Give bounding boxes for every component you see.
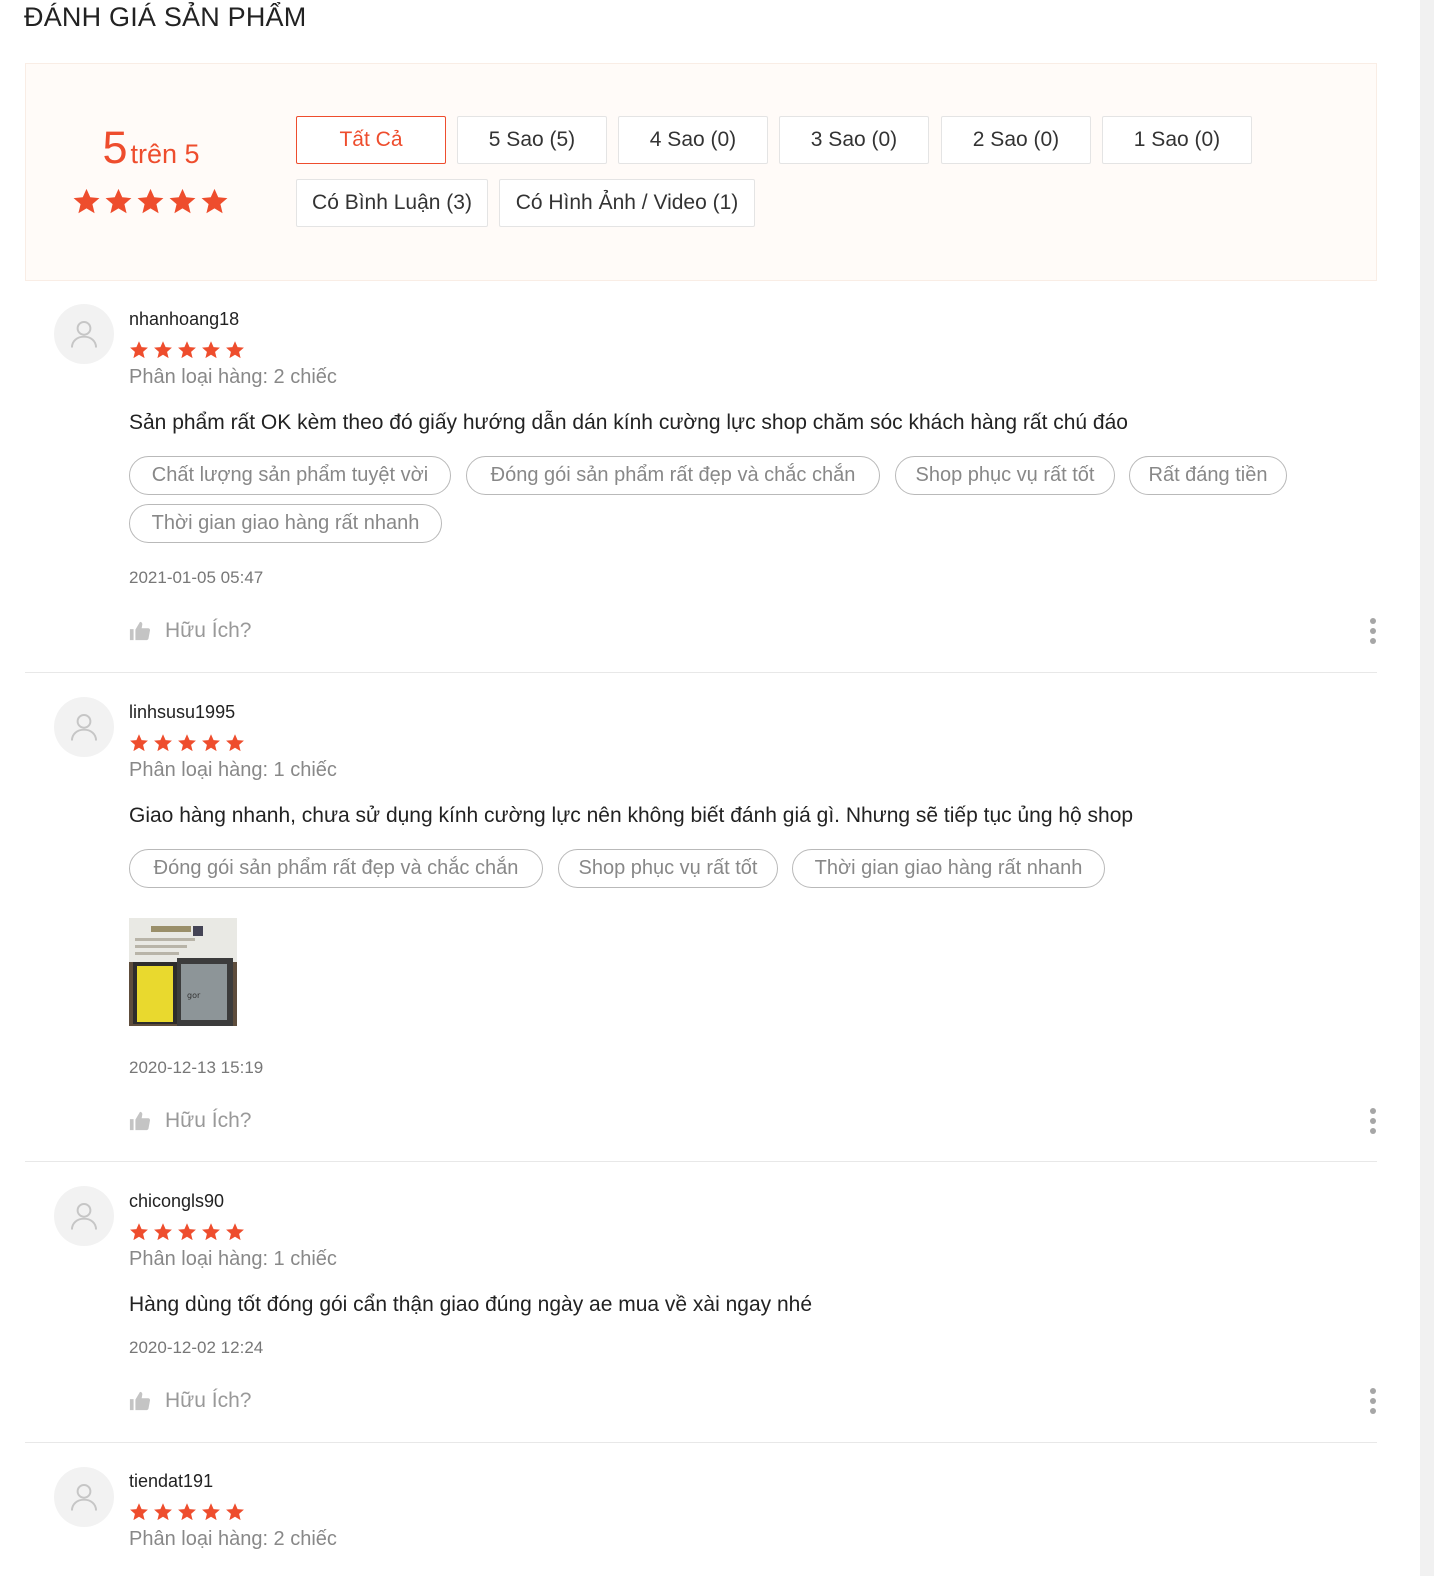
score-suffix: trên 5 [130,139,200,169]
score-value: 5 [102,122,128,173]
review-stars [129,1502,245,1522]
review-tag: Đóng gói sản phẩm rất đẹp và chắc chắn [466,456,880,495]
section-title: ĐÁNH GIÁ SẢN PHẨM [24,2,307,32]
avatar[interactable] [54,697,114,757]
divider [25,1442,1377,1443]
more-options-icon[interactable] [1369,1388,1377,1414]
filter-all[interactable]: Tất Cả [296,116,446,164]
review-item: chicongls90 Phân loại hàng: 1 chiếc Hàng… [25,1163,1377,1444]
review-timestamp: 2020-12-13 15:19 [129,1058,264,1077]
avatar[interactable] [54,304,114,364]
more-options-icon[interactable] [1369,618,1377,644]
thumbs-up-icon [129,1391,151,1411]
photo-label: gor [187,991,201,1000]
star-icon [202,1223,220,1241]
star-icon [154,341,172,359]
user-icon [70,1483,98,1511]
star-icon [130,1223,148,1241]
review-variant: Phân loại hàng: 2 chiếc [129,366,337,388]
more-options-icon[interactable] [1369,1108,1377,1134]
divider [25,1161,1377,1162]
review-tag: Thời gian giao hàng rất nhanh [129,504,442,543]
star-icon [226,1223,244,1241]
review-photo[interactable]: gor [129,918,237,1026]
review-username[interactable]: nhanhoang18 [129,309,239,330]
star-icon [130,734,148,752]
helpful-button[interactable]: Hữu Ích? [129,1389,251,1413]
star-icon [226,1503,244,1521]
review-tag: Rất đáng tiền [1129,456,1287,495]
review-stars [129,340,245,360]
star-icon [178,1223,196,1241]
star-icon [130,1503,148,1521]
star-icon [73,188,100,214]
filter-3-star[interactable]: 3 Sao (0) [779,116,929,164]
review-username[interactable]: linhsusu1995 [129,702,235,723]
thumbs-up-icon [129,621,151,641]
star-icon [178,1503,196,1521]
review-timestamp: 2021-01-05 05:47 [129,568,264,587]
review-tag: Chất lượng sản phẩm tuyệt vời [129,456,451,495]
filter-1-star[interactable]: 1 Sao (0) [1102,116,1252,164]
review-tag: Thời gian giao hàng rất nhanh [792,849,1105,888]
star-icon [130,341,148,359]
star-icon [202,341,220,359]
user-icon [70,713,98,741]
filter-with-comment[interactable]: Có Bình Luận (3) [296,179,488,227]
product-photo-thumbnail: gor [129,918,237,1026]
review-item: linhsusu1995 Phân loại hàng: 1 chiếc Gia… [25,674,1377,1163]
thumbs-up-icon [129,1111,151,1131]
star-icon [154,1503,172,1521]
review-tag: Shop phục vụ rất tốt [895,456,1115,495]
overall-stars [72,187,229,216]
review-stars [129,1222,245,1242]
helpful-button[interactable]: Hữu Ích? [129,1109,251,1133]
filter-with-media[interactable]: Có Hình Ảnh / Video (1) [499,179,755,227]
review-tag: Shop phục vụ rất tốt [558,849,778,888]
review-variant: Phân loại hàng: 1 chiếc [129,759,337,781]
review-timestamp: 2020-12-02 12:24 [129,1338,264,1357]
divider [25,672,1377,673]
helpful-label: Hữu Ích? [165,1389,252,1412]
filter-5-star[interactable]: 5 Sao (5) [457,116,607,164]
helpful-button[interactable]: Hữu Ích? [129,619,251,643]
star-icon [202,1503,220,1521]
helpful-label: Hữu Ích? [165,619,252,642]
rating-overview: 5 trên 5 Tất Cả 5 Sao (5) 4 Sao (0) 3 Sao… [25,63,1377,281]
star-icon [178,341,196,359]
helpful-label: Hữu Ích? [165,1109,252,1132]
review-item: nhanhoang18 Phân loại hàng: 2 chiếc Sản … [25,281,1377,674]
star-icon [226,734,244,752]
review-item: tiendat191 Phân loại hàng: 2 chiếc [25,1444,1377,1576]
review-comment: Giao hàng nhanh, chưa sử dụng kính cường… [129,804,1134,827]
star-icon [154,1223,172,1241]
review-tag: Đóng gói sản phẩm rất đẹp và chắc chắn [129,849,543,888]
avatar[interactable] [54,1467,114,1527]
review-variant: Phân loại hàng: 2 chiếc [129,1528,337,1550]
review-stars [129,733,245,753]
review-username[interactable]: tiendat191 [129,1471,213,1492]
filter-4-star[interactable]: 4 Sao (0) [618,116,768,164]
user-icon [70,1202,98,1230]
star-icon [154,734,172,752]
review-comment: Hàng dùng tốt đóng gói cẩn thận giao đún… [129,1293,813,1316]
filter-2-star[interactable]: 2 Sao (0) [941,116,1091,164]
star-icon [105,188,132,214]
review-comment: Sản phẩm rất OK kèm theo đó giấy hướng d… [129,411,1128,434]
star-icon [201,188,228,214]
star-icon [202,734,220,752]
avatar[interactable] [54,1186,114,1246]
review-username[interactable]: chicongls90 [129,1191,224,1212]
review-variant: Phân loại hàng: 1 chiếc [129,1248,337,1270]
star-icon [169,188,196,214]
star-icon [178,734,196,752]
user-icon [70,320,98,348]
star-icon [226,341,244,359]
star-icon [137,188,164,214]
overall-score: 5 trên 5 [26,122,276,174]
page-scrollbar[interactable] [1420,0,1434,1576]
